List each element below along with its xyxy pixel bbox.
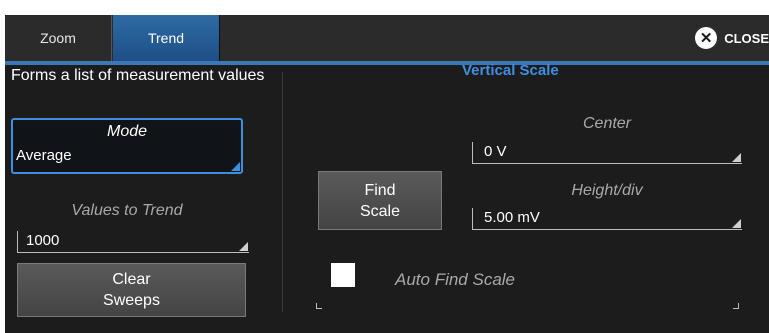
height-div-field[interactable]: 5.00 mV bbox=[472, 208, 742, 230]
tab-trend-label: Trend bbox=[147, 30, 185, 46]
mode-value: Average bbox=[16, 147, 72, 164]
find-scale-button[interactable]: Find Scale bbox=[318, 171, 442, 230]
close-x-icon: ✕ bbox=[695, 27, 718, 49]
find-scale-line1: Find bbox=[364, 181, 396, 199]
tab-bar: Zoom Trend ✕ CLOSE bbox=[5, 15, 769, 65]
clear-sweeps-line1: Clear bbox=[112, 271, 151, 288]
vertical-scale-title: Vertical Scale bbox=[462, 62, 559, 79]
group-bracket-right bbox=[733, 303, 739, 309]
values-to-trend-label: Values to Trend bbox=[71, 202, 183, 219]
height-div-label: Height/div bbox=[571, 182, 643, 199]
clear-sweeps-button[interactable]: Clear Sweeps bbox=[17, 263, 246, 317]
tab-trend[interactable]: Trend bbox=[113, 15, 220, 61]
close-label: CLOSE bbox=[724, 30, 769, 46]
section-divider bbox=[282, 72, 283, 312]
field-corner-icon bbox=[239, 242, 248, 251]
find-scale-line2: Scale bbox=[359, 202, 401, 220]
close-button[interactable]: ✕ CLOSE bbox=[695, 24, 769, 52]
mode-label: Mode bbox=[106, 123, 148, 140]
tab-zoom[interactable]: Zoom bbox=[5, 15, 112, 61]
center-value: 0 V bbox=[484, 143, 507, 160]
tab-zoom-label: Zoom bbox=[40, 30, 76, 46]
trend-description: Forms a list of measurement values bbox=[11, 67, 265, 84]
center-label: Center bbox=[582, 115, 632, 132]
group-bracket-left bbox=[316, 303, 322, 309]
values-to-trend-value: 1000 bbox=[26, 232, 60, 249]
values-to-trend-field[interactable]: 1000 bbox=[17, 231, 249, 253]
auto-find-scale-checkbox[interactable] bbox=[331, 263, 355, 287]
mode-selector[interactable]: Mode Average bbox=[11, 118, 243, 174]
field-corner-icon bbox=[732, 219, 741, 228]
auto-find-scale-label: Auto Find Scale bbox=[395, 270, 516, 289]
height-div-value: 5.00 mV bbox=[484, 209, 540, 226]
field-corner-icon bbox=[732, 153, 741, 162]
dropdown-corner-icon bbox=[231, 162, 240, 171]
clear-sweeps-line2: Sweeps bbox=[103, 292, 160, 309]
center-field[interactable]: 0 V bbox=[472, 142, 742, 164]
